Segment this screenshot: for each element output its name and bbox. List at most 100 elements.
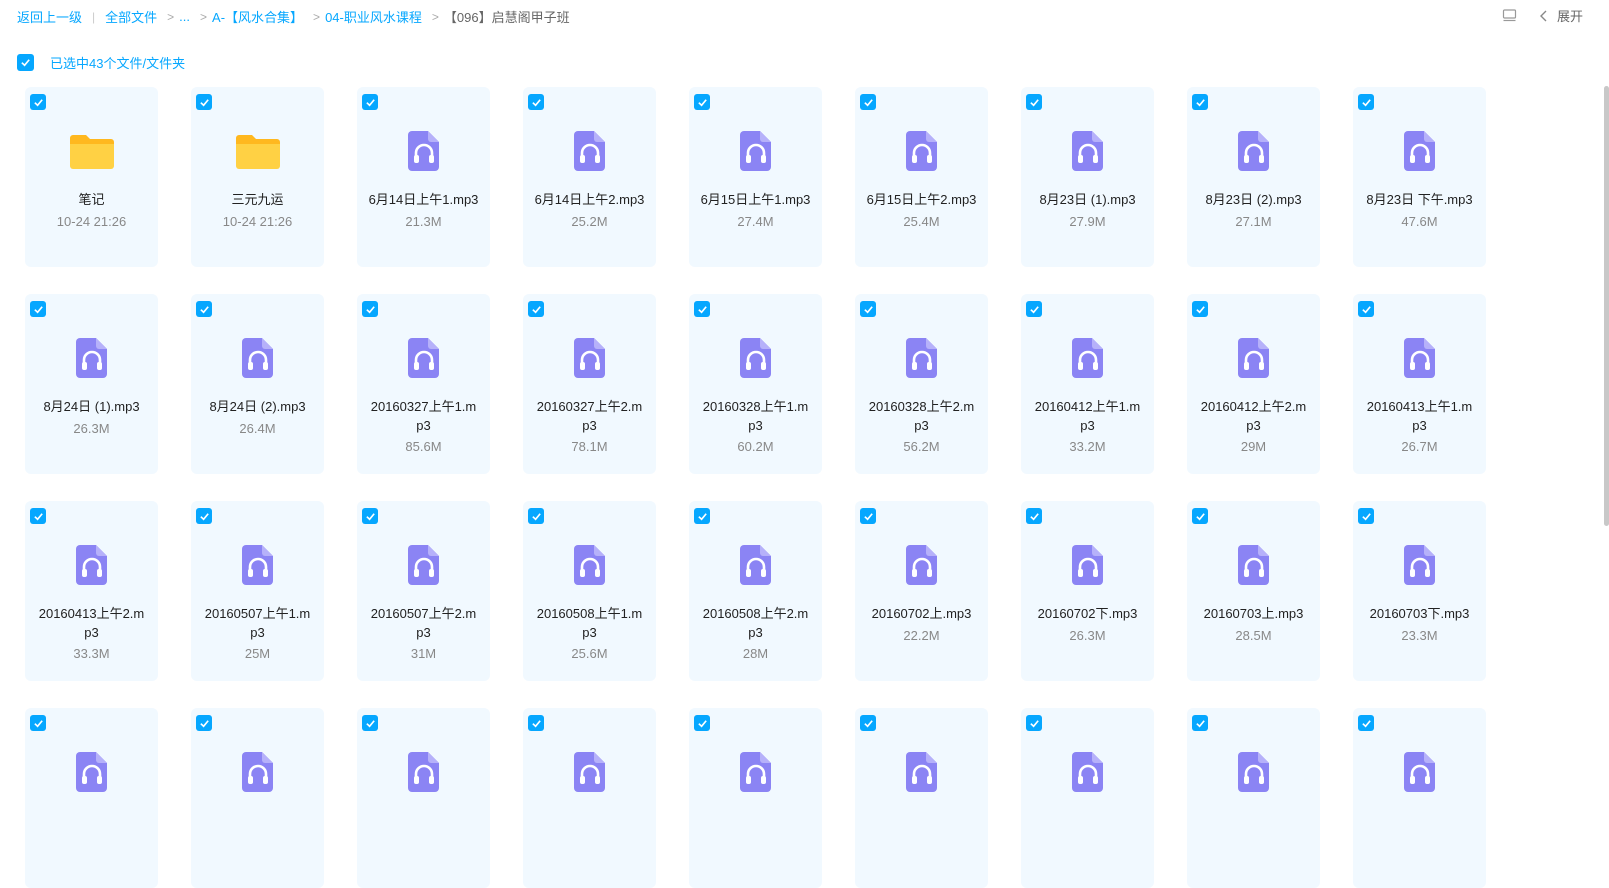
item-checkbox[interactable]	[860, 94, 876, 110]
file-item[interactable]: 6月15日上午2.mp3 25.4M	[855, 87, 988, 267]
item-checkbox[interactable]	[1026, 301, 1042, 317]
chevron-left-icon[interactable]	[1537, 9, 1551, 23]
item-checkbox[interactable]	[1358, 508, 1374, 524]
check-icon	[863, 305, 873, 313]
item-checkbox[interactable]	[1358, 715, 1374, 731]
file-item[interactable]: 8月23日 (2).mp3 27.1M	[1187, 87, 1320, 267]
item-checkbox[interactable]	[694, 508, 710, 524]
file-item[interactable]: 20160413上午2.mp3 33.3M	[25, 501, 158, 681]
file-size: 26.7M	[1401, 439, 1438, 454]
file-item[interactable]: 6月14日上午2.mp3 25.2M	[523, 87, 656, 267]
item-checkbox[interactable]	[1192, 715, 1208, 731]
file-item[interactable]: 20160507上午2.mp3 31M	[357, 501, 490, 681]
item-checkbox[interactable]	[694, 94, 710, 110]
toolbar: 展开	[1502, 6, 1583, 25]
item-checkbox[interactable]	[694, 301, 710, 317]
item-checkbox[interactable]	[694, 715, 710, 731]
file-item[interactable]: 20160327上午1.mp3 85.6M	[357, 294, 490, 474]
item-checkbox[interactable]	[30, 94, 46, 110]
file-name: 20160412上午1.mp3	[1034, 399, 1141, 433]
breadcrumb-all-files[interactable]: 全部文件	[105, 7, 157, 26]
file-item[interactable]: 20160703上.mp3 28.5M	[1187, 501, 1320, 681]
file-item[interactable]	[523, 708, 656, 888]
folder-item[interactable]: 三元九运 10-24 21:26	[191, 87, 324, 267]
file-item[interactable]	[357, 708, 490, 888]
item-checkbox[interactable]	[362, 508, 378, 524]
file-size: 31M	[410, 646, 437, 661]
item-checkbox[interactable]	[1192, 508, 1208, 524]
file-size: 28M	[742, 646, 769, 661]
file-item[interactable]: 6月15日上午1.mp3 27.4M	[689, 87, 822, 267]
file-item[interactable]: 20160702上.mp3 22.2M	[855, 501, 988, 681]
file-item[interactable]: 20160412上午2.mp3 29M	[1187, 294, 1320, 474]
file-item[interactable]: 8月23日 下午.mp3 47.6M	[1353, 87, 1486, 267]
check-icon	[33, 98, 43, 106]
file-item[interactable]: 20160507上午1.mp3 25M	[191, 501, 324, 681]
item-checkbox[interactable]	[1026, 715, 1042, 731]
file-item[interactable]: 8月24日 (1).mp3 26.3M	[25, 294, 158, 474]
file-item[interactable]: 20160508上午1.mp3 25.6M	[523, 501, 656, 681]
audio-file-icon	[1064, 541, 1112, 589]
file-item[interactable]: 20160413上午1.mp3 26.7M	[1353, 294, 1486, 474]
item-checkbox[interactable]	[362, 715, 378, 731]
file-item[interactable]	[689, 708, 822, 888]
file-item[interactable]: 20160328上午2.mp3 56.2M	[855, 294, 988, 474]
chevron-right-icon: >	[167, 9, 175, 24]
file-item[interactable]	[855, 708, 988, 888]
check-icon	[365, 98, 375, 106]
file-size: 78.1M	[571, 439, 608, 454]
file-item[interactable]: 8月23日 (1).mp3 27.9M	[1021, 87, 1154, 267]
file-item[interactable]	[191, 708, 324, 888]
breadcrumb-ellipsis[interactable]: ...	[179, 9, 190, 24]
file-name: 20160328上午2.mp3	[868, 399, 975, 433]
item-checkbox[interactable]	[860, 508, 876, 524]
item-checkbox[interactable]	[1026, 508, 1042, 524]
item-checkbox[interactable]	[1192, 301, 1208, 317]
item-checkbox[interactable]	[860, 301, 876, 317]
file-name: 20160328上午1.mp3	[702, 399, 809, 433]
item-checkbox[interactable]	[196, 715, 212, 731]
folder-item[interactable]: 笔记 10-24 21:26	[25, 87, 158, 267]
item-checkbox[interactable]	[1358, 301, 1374, 317]
folder-icon	[68, 127, 116, 175]
file-size: 56.2M	[903, 439, 940, 454]
file-item[interactable]: 20160327上午2.mp3 78.1M	[523, 294, 656, 474]
item-checkbox[interactable]	[1026, 94, 1042, 110]
list-view-icon[interactable]	[1502, 8, 1517, 23]
item-checkbox[interactable]	[528, 715, 544, 731]
item-checkbox[interactable]	[528, 301, 544, 317]
item-checkbox[interactable]	[30, 715, 46, 731]
file-item[interactable]	[1021, 708, 1154, 888]
file-item[interactable]: 20160328上午1.mp3 60.2M	[689, 294, 822, 474]
file-item[interactable]: 20160412上午1.mp3 33.2M	[1021, 294, 1154, 474]
item-checkbox[interactable]	[30, 508, 46, 524]
file-item[interactable]: 6月14日上午1.mp3 21.3M	[357, 87, 490, 267]
file-item[interactable]: 20160703下.mp3 23.3M	[1353, 501, 1486, 681]
file-item[interactable]	[1353, 708, 1486, 888]
item-checkbox[interactable]	[196, 301, 212, 317]
back-link[interactable]: 返回上一级	[17, 7, 82, 26]
item-checkbox[interactable]	[196, 508, 212, 524]
file-item[interactable]: 20160508上午2.mp3 28M	[689, 501, 822, 681]
file-size: 25.2M	[571, 213, 608, 229]
file-item[interactable]	[1187, 708, 1320, 888]
file-item[interactable]: 20160702下.mp3 26.3M	[1021, 501, 1154, 681]
file-item[interactable]: 8月24日 (2).mp3 26.4M	[191, 294, 324, 474]
item-checkbox[interactable]	[1358, 94, 1374, 110]
item-checkbox[interactable]	[362, 94, 378, 110]
scrollbar[interactable]	[1604, 86, 1609, 526]
file-size: 27.1M	[1235, 213, 1272, 229]
select-all-checkbox[interactable]	[17, 54, 34, 71]
item-checkbox[interactable]	[528, 94, 544, 110]
item-checkbox[interactable]	[860, 715, 876, 731]
expand-button[interactable]: 展开	[1557, 6, 1583, 25]
item-checkbox[interactable]	[1192, 94, 1208, 110]
breadcrumb-career-course[interactable]: 04-职业风水课程	[325, 7, 422, 26]
item-checkbox[interactable]	[362, 301, 378, 317]
item-checkbox[interactable]	[196, 94, 212, 110]
check-icon	[199, 98, 209, 106]
item-checkbox[interactable]	[528, 508, 544, 524]
item-checkbox[interactable]	[30, 301, 46, 317]
file-item[interactable]	[25, 708, 158, 888]
breadcrumb-fengshui-collection[interactable]: A-【风水合集】	[212, 7, 303, 26]
